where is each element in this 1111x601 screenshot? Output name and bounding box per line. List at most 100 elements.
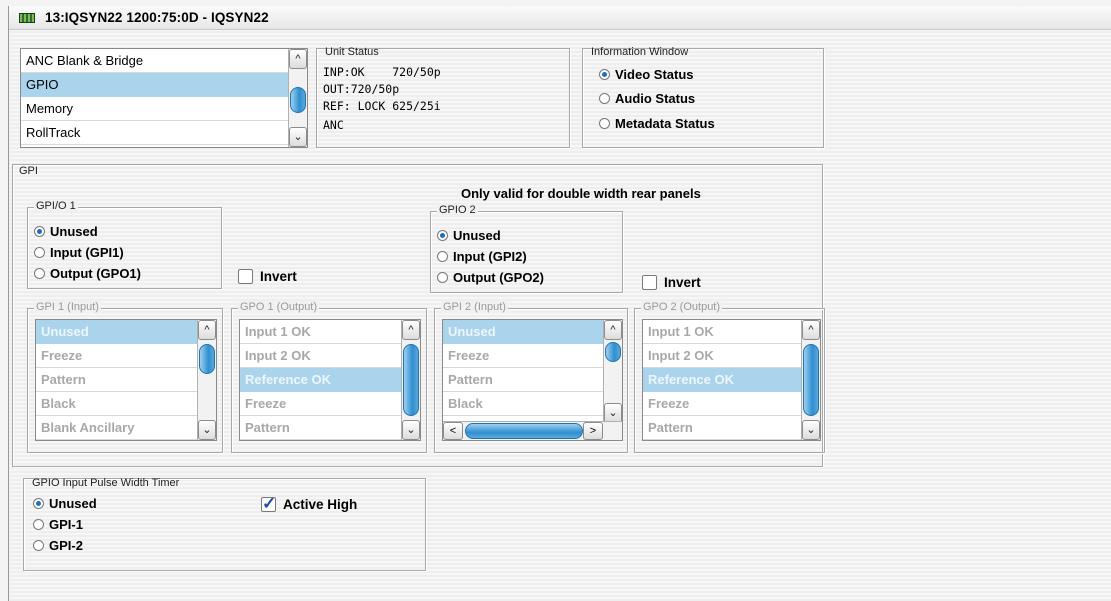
list-item[interactable]: Input 2 OK	[240, 344, 420, 368]
gpio2-invert-checkbox[interactable]: Invert	[642, 275, 701, 290]
scroll-up-arrow-icon[interactable]: ^	[198, 320, 216, 340]
nav-item-gpio[interactable]: GPIO	[21, 73, 307, 97]
information-window-title: Information Window	[591, 46, 689, 58]
radio-unselected-icon[interactable]	[34, 268, 45, 279]
list-item[interactable]: Black	[443, 392, 622, 416]
list-item[interactable]: Pattern	[643, 416, 820, 440]
gpi2-input-list[interactable]: Unused Freeze Pattern Black ^ ⌄ < >	[442, 319, 623, 441]
scroll-thumb[interactable]	[605, 342, 621, 362]
gpio2-output-radio[interactable]: Output (GPO2)	[437, 270, 544, 285]
scroll-down-arrow-icon[interactable]: ⌄	[402, 420, 420, 440]
pulse-timer-unused-radio[interactable]: Unused	[33, 496, 97, 511]
radio-selected-icon[interactable]	[34, 226, 45, 237]
list-item[interactable]: Input 2 OK	[643, 344, 820, 368]
metadata-status-label: Metadata Status	[615, 116, 715, 131]
gpio1-input-label: Input (GPI1)	[50, 245, 124, 260]
checkbox-checked-icon[interactable]	[261, 494, 276, 514]
gpo1-output-list[interactable]: Input 1 OK Input 2 OK Reference OK Freez…	[239, 319, 421, 441]
gpi2-input-title: GPI 2 (Input)	[441, 301, 508, 313]
active-high-checkbox[interactable]: Active High	[261, 494, 357, 514]
nav-item-rolltrack[interactable]: RollTrack	[21, 121, 307, 145]
gpio1-unused-radio[interactable]: Unused	[34, 224, 98, 239]
list-item[interactable]: Freeze	[36, 344, 216, 368]
main-window: 13:IQSYN22 1200:75:0D - IQSYN22 ANC Blan…	[8, 6, 1111, 601]
nav-list-scrollbar[interactable]: ^ ⌄	[288, 49, 307, 147]
gpo1-output-scrollbar[interactable]: ^ ⌄	[401, 320, 420, 440]
title-bar: 13:IQSYN22 1200:75:0D - IQSYN22	[9, 6, 1111, 30]
list-item[interactable]: Input 1 OK	[643, 320, 820, 344]
gpo2-output-scrollbar[interactable]: ^ ⌄	[801, 320, 820, 440]
scroll-right-arrow-icon[interactable]: >	[583, 422, 603, 440]
gpio1-invert-label: Invert	[260, 269, 297, 284]
gpi-title: GPI	[19, 165, 38, 177]
list-item[interactable]: Reference OK	[240, 368, 420, 392]
video-status-radio[interactable]: Video Status	[599, 67, 694, 82]
gpio2-output-label: Output (GPO2)	[453, 270, 544, 285]
nav-item-memory[interactable]: Memory	[21, 97, 307, 121]
gpio2-input-label: Input (GPI2)	[453, 249, 527, 264]
list-item[interactable]: Pattern	[240, 416, 420, 440]
radio-unselected-icon[interactable]	[599, 118, 610, 129]
radio-unselected-icon[interactable]	[599, 93, 610, 104]
radio-selected-icon[interactable]	[599, 69, 610, 80]
gpio1-output-radio[interactable]: Output (GPO1)	[34, 266, 141, 281]
gpio1-group: GPI/O 1 Unused Input (GPI1) Output (GPO1…	[27, 200, 222, 289]
radio-unselected-icon[interactable]	[33, 519, 44, 530]
scroll-left-arrow-icon[interactable]: <	[443, 422, 463, 440]
list-item[interactable]: Pattern	[36, 368, 216, 392]
audio-status-radio[interactable]: Audio Status	[599, 91, 695, 106]
radio-selected-icon[interactable]	[33, 498, 44, 509]
scroll-thumb[interactable]	[199, 344, 215, 374]
pulse-timer-gpi1-label: GPI-1	[49, 517, 83, 532]
list-item[interactable]: Freeze	[643, 392, 820, 416]
scroll-thumb[interactable]	[465, 423, 583, 439]
gpio2-input-radio[interactable]: Input (GPI2)	[437, 249, 527, 264]
scroll-down-arrow-icon[interactable]: ⌄	[198, 420, 216, 440]
radio-unselected-icon[interactable]	[437, 251, 448, 262]
gpio1-invert-checkbox[interactable]: Invert	[238, 269, 297, 284]
list-item[interactable]: Reference OK	[643, 368, 820, 392]
checkbox-unchecked-icon[interactable]	[642, 275, 657, 290]
pulse-timer-gpi1-radio[interactable]: GPI-1	[33, 517, 83, 532]
checkbox-unchecked-icon[interactable]	[238, 269, 253, 284]
scroll-up-arrow-icon[interactable]: ^	[802, 320, 820, 340]
radio-unselected-icon[interactable]	[33, 540, 44, 551]
pulse-timer-gpi2-radio[interactable]: GPI-2	[33, 538, 83, 553]
gpo2-output-list[interactable]: Input 1 OK Input 2 OK Reference OK Freez…	[642, 319, 821, 441]
scroll-down-arrow-icon[interactable]: ⌄	[802, 420, 820, 440]
gpio2-unused-radio[interactable]: Unused	[437, 228, 501, 243]
gpio1-input-radio[interactable]: Input (GPI1)	[34, 245, 124, 260]
nav-item-anc-blank-bridge[interactable]: ANC Blank & Bridge	[21, 49, 307, 73]
list-item[interactable]: Freeze	[443, 344, 622, 368]
unit-status-group: Unit Status INP:OK 720/50p OUT:720/50p R…	[316, 46, 570, 148]
list-item[interactable]: Unused	[443, 320, 622, 344]
gpi2-input-hscrollbar[interactable]: < >	[443, 421, 622, 440]
gpi1-input-list[interactable]: Unused Freeze Pattern Black Blank Ancill…	[35, 319, 217, 441]
scroll-up-arrow-icon[interactable]: ^	[289, 49, 307, 69]
scroll-down-arrow-icon[interactable]: ⌄	[289, 127, 307, 147]
scroll-down-arrow-icon[interactable]: ⌄	[604, 403, 622, 423]
radio-unselected-icon[interactable]	[34, 247, 45, 258]
gpi2-input-scrollbar[interactable]: ^ ⌄	[603, 320, 622, 423]
scroll-thumb[interactable]	[403, 344, 419, 416]
scroll-thumb[interactable]	[290, 87, 306, 113]
gpio1-unused-label: Unused	[50, 224, 98, 239]
metadata-status-radio[interactable]: Metadata Status	[599, 116, 715, 131]
list-item[interactable]: Freeze	[240, 392, 420, 416]
radio-unselected-icon[interactable]	[437, 272, 448, 283]
radio-selected-icon[interactable]	[437, 230, 448, 241]
video-status-label: Video Status	[615, 67, 694, 82]
scroll-up-arrow-icon[interactable]: ^	[402, 320, 420, 340]
nav-list[interactable]: ANC Blank & Bridge GPIO Memory RollTrack…	[20, 48, 308, 148]
gpi-group: GPI Only valid for double width rear pan…	[12, 164, 825, 467]
scroll-up-arrow-icon[interactable]: ^	[604, 320, 622, 340]
pulse-timer-group: GPIO Input Pulse Width Timer Unused GPI-…	[23, 477, 426, 571]
list-item[interactable]: Blank Ancillary	[36, 416, 216, 440]
pulse-timer-unused-label: Unused	[49, 496, 97, 511]
gpi1-input-scrollbar[interactable]: ^ ⌄	[197, 320, 216, 440]
list-item[interactable]: Unused	[36, 320, 216, 344]
list-item[interactable]: Black	[36, 392, 216, 416]
list-item[interactable]: Pattern	[443, 368, 622, 392]
list-item[interactable]: Input 1 OK	[240, 320, 420, 344]
scroll-thumb[interactable]	[803, 344, 819, 416]
